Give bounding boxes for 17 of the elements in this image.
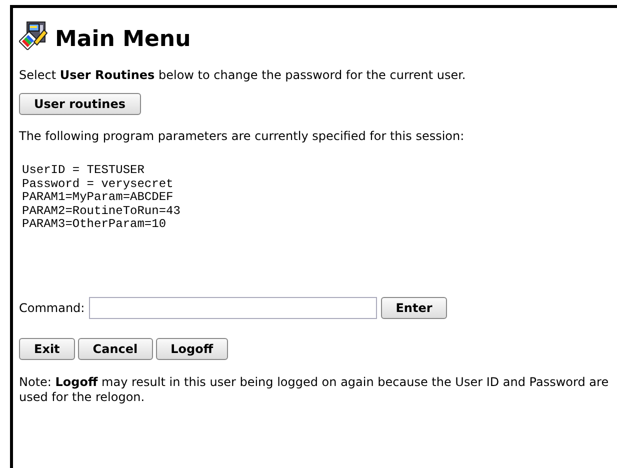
action-button[interactable]: Logoff bbox=[156, 338, 228, 360]
enter-button[interactable]: Enter bbox=[380, 296, 448, 318]
action-button[interactable]: Exit bbox=[19, 338, 75, 360]
parameter-line: PARAM1=MyParam=ABCDEF bbox=[22, 191, 174, 204]
parameter-line: Password = verysecret bbox=[22, 178, 174, 191]
parameter-line: PARAM3=OtherParam=10 bbox=[22, 218, 168, 232]
command-field[interactable] bbox=[88, 296, 377, 318]
user-routines-button[interactable]: User routines bbox=[19, 93, 140, 115]
action-button[interactable]: Cancel bbox=[78, 338, 153, 360]
parameter-line: PARAM2=RoutineToRun=43 bbox=[22, 204, 182, 218]
page-title: Main Menu bbox=[55, 27, 191, 52]
parameters-heading: The following program parameters are currently specified for this session: bbox=[19, 129, 466, 144]
command-label: Command: bbox=[19, 300, 85, 314]
note-text: Note: Logoff may result in this user being logged on again because the User ID and Password are used for the relogon. bbox=[19, 374, 610, 404]
parameter-line: UserID = TESTUSER bbox=[22, 164, 146, 178]
instruction-text: Select User Routines below to change the password for the current user. bbox=[19, 68, 467, 83]
computer-pencil-icon bbox=[19, 20, 49, 50]
